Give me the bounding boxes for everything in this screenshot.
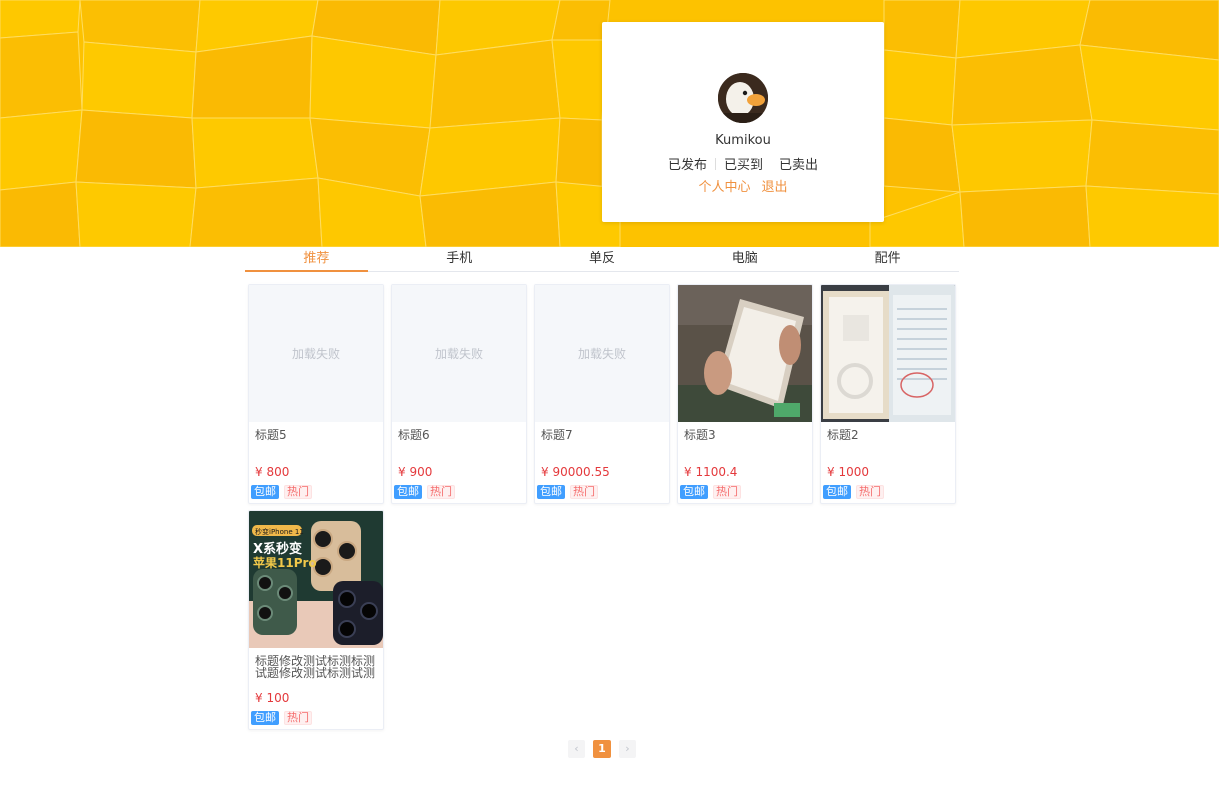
hot-tag: 热门	[284, 485, 312, 499]
stat-published[interactable]: 已发布	[660, 154, 715, 173]
profile-links: 个人中心 退出	[602, 176, 884, 195]
hot-tag: 热门	[570, 485, 598, 499]
tab-computer[interactable]: 电脑	[673, 247, 816, 271]
product-price: ¥ 900	[398, 465, 433, 479]
image-load-failed: 加载失败	[249, 285, 383, 422]
image-load-failed: 加载失败	[535, 285, 669, 422]
product-card[interactable]: 标题2 ¥ 1000 包邮 热门	[820, 284, 956, 504]
chevron-right-icon[interactable]: ›	[619, 740, 636, 758]
stat-bought[interactable]: 已买到	[716, 154, 771, 173]
category-tabs: 推荐 手机 单反 电脑 配件	[245, 247, 959, 272]
product-price: ¥ 1100.4	[684, 465, 738, 479]
tab-dslr[interactable]: 单反	[531, 247, 674, 271]
hot-tag: 热门	[284, 711, 312, 725]
product-card[interactable]: 标题3 ¥ 1100.4 包邮 热门	[677, 284, 813, 504]
hot-tag: 热门	[427, 485, 455, 499]
active-tab-indicator	[245, 270, 368, 272]
product-card[interactable]: 加载失败 标题6 ¥ 900 包邮 热门	[391, 284, 527, 504]
page-number-1[interactable]: 1	[593, 740, 611, 758]
chevron-left-icon[interactable]: ‹	[568, 740, 585, 758]
product-title: 标题7	[541, 429, 573, 442]
lens-headline-2: 苹果11Pro	[253, 555, 317, 570]
product-card[interactable]: 加载失败 标题5 ¥ 800 包邮 热门	[248, 284, 384, 504]
product-tags: 包邮 热门	[678, 485, 812, 501]
free-shipping-tag: 包邮	[680, 485, 708, 499]
image-load-failed: 加载失败	[392, 285, 526, 422]
pagination: ‹ 1 ›	[568, 740, 636, 758]
product-price: ¥ 90000.55	[541, 465, 610, 479]
free-shipping-tag: 包邮	[823, 485, 851, 499]
lens-badge-text: 秒变iPhone 11	[255, 527, 304, 536]
product-tags: 包邮 热门	[249, 485, 383, 501]
product-image-camera-lens: 秒变iPhone 11 X系秒变 苹果11Pro	[249, 511, 383, 648]
username: Kumikou	[715, 133, 771, 148]
free-shipping-tag: 包邮	[251, 711, 279, 725]
hot-tag: 热门	[713, 485, 741, 499]
product-tags: 包邮 热门	[821, 485, 955, 501]
tab-phone[interactable]: 手机	[388, 247, 531, 271]
product-price: ¥ 1000	[827, 465, 869, 479]
profile-stats: 已发布 已买到 已卖出	[602, 154, 884, 173]
free-shipping-tag: 包邮	[251, 485, 279, 499]
personal-center-link[interactable]: 个人中心	[698, 176, 750, 195]
product-title: 标题6	[398, 429, 430, 442]
free-shipping-tag: 包邮	[537, 485, 565, 499]
product-tags: 包邮 热门	[392, 485, 526, 501]
product-title: 标题5	[255, 429, 287, 442]
tab-accessories[interactable]: 配件	[816, 247, 959, 271]
logout-link[interactable]: 退出	[762, 176, 788, 195]
lens-headline-1: X系秒变	[253, 541, 302, 557]
stat-sold[interactable]: 已卖出	[771, 154, 826, 173]
duck-avatar-image	[718, 73, 768, 123]
box-photo	[821, 285, 955, 422]
product-title: 标题修改测试标测标测试题修改测试标测试测	[255, 655, 376, 680]
free-shipping-tag: 包邮	[394, 485, 422, 499]
product-title: 标题2	[827, 429, 859, 442]
hot-tag: 热门	[856, 485, 884, 499]
product-price: ¥ 100	[255, 691, 290, 705]
phone-photo	[678, 285, 812, 422]
product-tags: 包邮 热门	[249, 711, 383, 727]
product-card[interactable]: 加载失败 标题7 ¥ 90000.55 包邮 热门	[534, 284, 670, 504]
lens-cover-photo: 秒变iPhone 11 X系秒变 苹果11Pro	[249, 511, 383, 648]
product-card[interactable]: 秒变iPhone 11 X系秒变 苹果11Pro 标题修改测试标测标测试题修改测…	[248, 510, 384, 730]
profile-card: Kumikou 已发布 已买到 已卖出 个人中心 退出	[602, 22, 884, 222]
product-tags: 包邮 热门	[535, 485, 669, 501]
product-image-box	[821, 285, 955, 422]
product-image-phone	[678, 285, 812, 422]
product-price: ¥ 800	[255, 465, 290, 479]
avatar[interactable]	[718, 73, 768, 123]
product-title: 标题3	[684, 429, 716, 442]
tab-recommended[interactable]: 推荐	[245, 247, 388, 271]
